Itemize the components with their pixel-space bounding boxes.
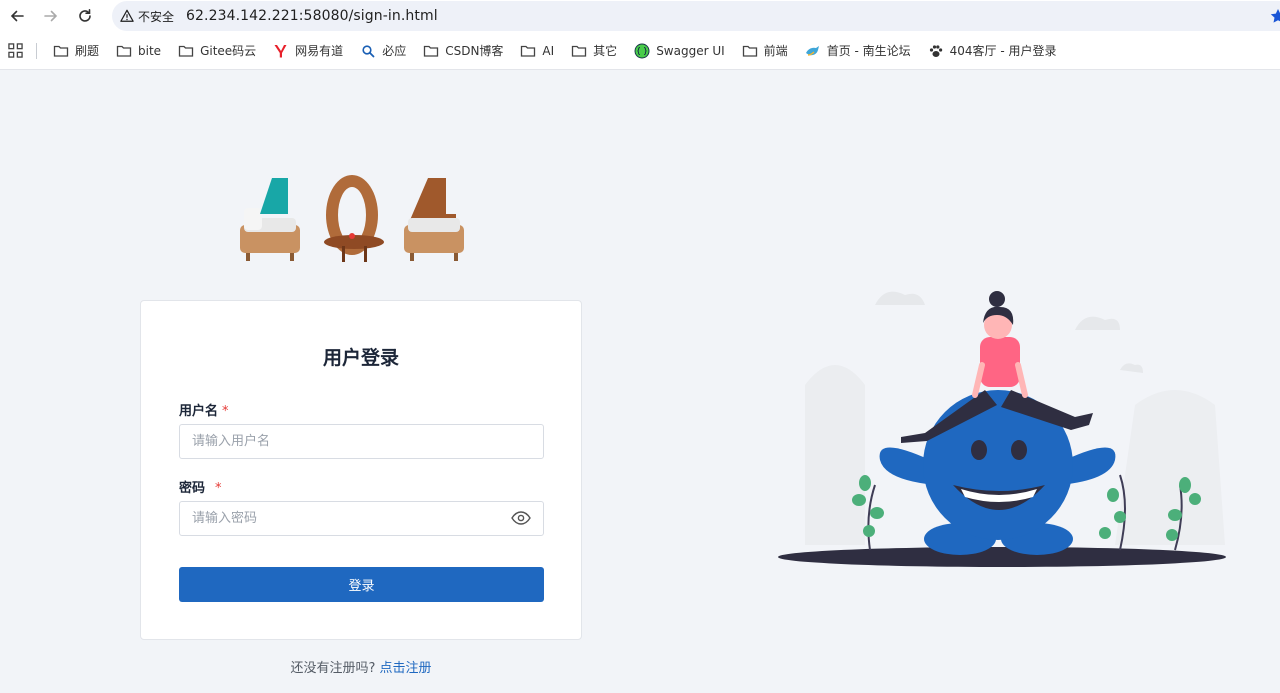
bookmark-item[interactable]: Swagger UI: [634, 43, 725, 59]
bookmark-star-icon[interactable]: [1270, 8, 1280, 24]
login-title: 用户登录: [322, 347, 399, 369]
security-label: 不安全: [138, 9, 175, 24]
youdao-icon: [273, 43, 289, 59]
url-text[interactable]: 62.234.142.221:58080/sign-in.html: [186, 8, 438, 24]
bookmark-label: AI: [542, 43, 555, 58]
bookmark-item[interactable]: 网易有道: [273, 42, 343, 59]
back-button[interactable]: [0, 0, 34, 32]
bookmark-label: 网易有道: [295, 44, 344, 58]
bookmark-item[interactable]: 首页 - 南生论坛: [805, 42, 911, 59]
bookmark-item[interactable]: 404客厅 - 用户登录: [928, 42, 1057, 59]
required-mark: *: [215, 481, 222, 496]
bookmark-label: 必应: [382, 44, 407, 58]
register-link[interactable]: 点击注册: [380, 661, 432, 676]
apps-grid-icon[interactable]: [6, 42, 24, 60]
bookmark-item[interactable]: 其它: [571, 42, 617, 59]
bookmark-label: 首页 - 南生论坛: [826, 44, 911, 58]
username-label: 用户名 *: [179, 400, 229, 419]
password-input[interactable]: [179, 501, 544, 536]
reload-icon: [79, 9, 91, 22]
folder-icon: [520, 43, 536, 59]
browser-toolbar: 不安全 62.234.142.221:58080/sign-in.html: [0, 0, 1280, 32]
bookmark-item[interactable]: Gitee码云: [178, 42, 256, 59]
bird-icon: [805, 43, 821, 59]
register-prompt: 还没有注册吗? 点击注册: [140, 657, 582, 676]
bookmark-item[interactable]: AI: [520, 43, 554, 59]
security-indicator[interactable]: 不安全: [120, 8, 174, 25]
folder-icon: [742, 43, 758, 59]
password-label-text: 密码: [179, 481, 206, 496]
register-prompt-text: 还没有注册吗?: [290, 661, 376, 676]
bookmark-item[interactable]: 前端: [742, 42, 788, 59]
bookmark-label: 其它: [593, 44, 618, 58]
folder-icon: [116, 43, 132, 59]
username-input[interactable]: [179, 424, 544, 459]
bookmark-label: Swagger UI: [656, 43, 725, 58]
username-label-text: 用户名: [179, 404, 219, 419]
bookmark-item[interactable]: 必应: [360, 42, 406, 59]
bookmarks-separator: [36, 42, 37, 59]
reload-button[interactable]: [68, 0, 102, 32]
login-button[interactable]: 登录: [179, 567, 544, 602]
bookmark-label: bite: [138, 43, 162, 58]
arrow-right-icon: [44, 10, 58, 22]
folder-icon: [571, 43, 587, 59]
bookmark-label: CSDN博客: [445, 44, 504, 58]
login-card: 用户登录 用户名* 密码* 登录: [140, 300, 582, 640]
bookmark-label: 刷题: [75, 44, 100, 58]
bookmark-label: Gitee码云: [200, 44, 257, 58]
logo-404: [232, 170, 477, 270]
swagger-icon: [634, 43, 650, 59]
eye-icon[interactable]: [511, 510, 531, 526]
bookmark-item[interactable]: 刷题: [53, 42, 99, 59]
folder-icon: [178, 43, 194, 59]
paw-icon: [928, 43, 944, 59]
folder-icon: [53, 43, 69, 59]
arrow-left-icon: [10, 10, 24, 22]
bookmark-label: 404客厅 - 用户登录: [949, 44, 1057, 58]
required-mark: *: [222, 404, 229, 419]
folder-icon: [423, 43, 439, 59]
monster-illustration: [775, 285, 1235, 575]
bookmarks-bar: 刷题 bite Gitee码云 网易有道 必应 CSDN博客 AI 其它 Swa…: [0, 32, 1280, 70]
bookmark-label: 前端: [763, 44, 788, 58]
warning-icon: [120, 9, 134, 22]
password-label: 密码 *: [179, 477, 222, 496]
bookmark-item[interactable]: bite: [116, 43, 161, 59]
forward-button[interactable]: [34, 0, 68, 32]
bing-icon: [360, 43, 376, 59]
bookmark-item[interactable]: CSDN博客: [423, 42, 503, 59]
address-bar[interactable]: 不安全 62.234.142.221:58080/sign-in.html: [112, 1, 1280, 31]
